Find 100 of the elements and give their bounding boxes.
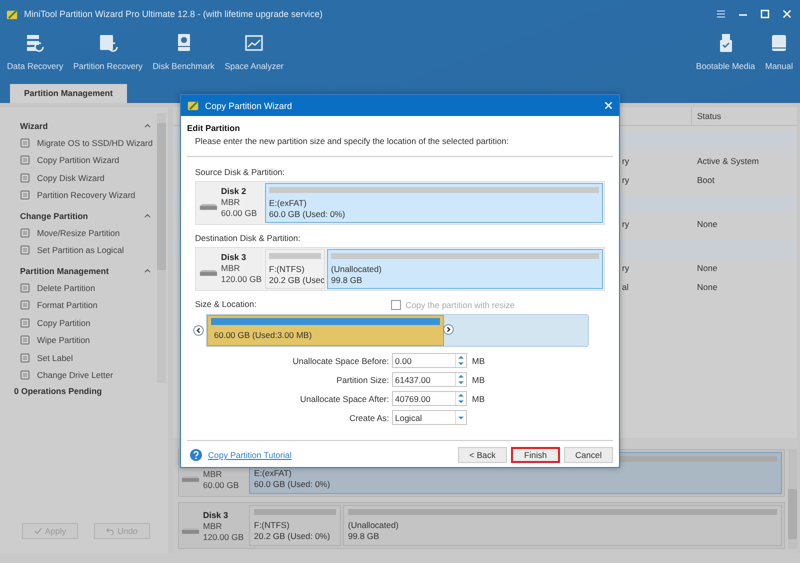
number-field[interactable]: 40769.00	[392, 391, 467, 406]
partition-block[interactable]: E:(exFAT) 60.0 GB (Used: 0%)	[265, 183, 603, 223]
partition-block[interactable]: F:(NTFS) 20.2 GB (Used: 0%)	[249, 504, 341, 546]
partition-slider-block[interactable]: 60.00 GB (Used:3.00 MB)	[207, 315, 444, 346]
slider-track[interactable]: 60.00 GB (Used:3.00 MB)	[206, 314, 589, 347]
help-icon[interactable]	[190, 449, 202, 461]
list-icon	[20, 172, 30, 183]
disk-name: Disk 2	[221, 186, 248, 197]
sidebar-item[interactable]: Move/Resize Partition	[20, 224, 157, 242]
toolbar-button[interactable]: Data Recovery	[4, 28, 66, 84]
collapse-caret-icon[interactable]	[144, 213, 151, 218]
field-label: Unallocate Space After:	[299, 394, 390, 404]
disk-name: Disk 3	[221, 252, 248, 263]
spin-arrows-icon[interactable]	[455, 354, 466, 367]
scrollbar[interactable]	[157, 113, 166, 383]
dropdown[interactable]: Logical	[392, 410, 467, 425]
toolbar-button[interactable]: Partition Recovery	[70, 28, 146, 84]
table-cell: Boot	[697, 174, 714, 184]
disk-type: MBR	[221, 197, 241, 208]
sidebar-item[interactable]: Change Drive Letter	[20, 366, 157, 383]
list-icon	[20, 370, 30, 380]
dialog-button[interactable]: Cancel	[564, 447, 613, 463]
number-field[interactable]: 61437.00	[392, 372, 467, 387]
close-icon[interactable]	[604, 101, 613, 110]
partition-block[interactable]: (Unallocated) 99.8 GB	[343, 504, 782, 546]
section-heading: Wizard	[20, 120, 48, 130]
list-icon	[20, 352, 30, 363]
check-icon	[34, 527, 42, 535]
tab[interactable]: Partition Management	[10, 84, 127, 103]
disk-row[interactable]: Disk 3 MBR 120.00 GB F:(NTFS) 20.2 GB (Used: 0%) (Unallocated) 99.8 GB	[178, 502, 785, 549]
sidebar-item[interactable]: Set Partition as Logical	[20, 242, 157, 259]
collapse-caret-icon[interactable]	[144, 123, 151, 128]
table-cell: None	[697, 218, 718, 228]
disk-type: MBR	[203, 468, 223, 480]
number-field[interactable]: 0.00	[392, 353, 467, 368]
sidebar-item[interactable]: Migrate OS to SSD/HD Wizard	[20, 134, 157, 152]
table-cell: None	[697, 262, 718, 272]
list-icon	[20, 335, 30, 346]
field-label: Partition Size:	[336, 374, 390, 384]
drive-icon	[181, 474, 200, 482]
maximize-icon[interactable]	[760, 9, 770, 19]
database-icon	[25, 33, 46, 53]
app-logo-icon	[6, 8, 19, 20]
field-label: Create As:	[348, 412, 390, 422]
dropdown-arrow-icon[interactable]	[455, 411, 466, 424]
unit-label: MB	[471, 356, 486, 366]
close-icon[interactable]	[782, 9, 792, 19]
dialog-button[interactable]: Finish	[511, 447, 560, 463]
scrollbar[interactable]	[788, 449, 797, 549]
disk-size: 60.00 GB	[221, 208, 257, 219]
toolbar-button[interactable]: Space Analyzer	[222, 28, 287, 84]
unit-label: MB	[471, 374, 486, 384]
partition-block[interactable]: (Unallocated) 99.8 GB	[327, 249, 603, 289]
sidebar-item[interactable]: Wipe Partition	[20, 332, 157, 349]
table-cell: Active & System	[697, 156, 759, 166]
collapse-caret-icon[interactable]	[144, 268, 151, 273]
dialog-heading: Edit Partition	[187, 123, 241, 133]
spin-arrows-icon[interactable]	[455, 392, 466, 405]
spin-arrows-icon[interactable]	[455, 373, 466, 386]
undo-arrow-icon	[106, 527, 114, 535]
sidebar-item[interactable]: Copy Partition	[20, 314, 157, 332]
disk-size: 60.00 GB	[203, 480, 239, 490]
sidebar-item[interactable]: Format Partition	[20, 296, 157, 314]
dialog-title: Copy Partition Wizard	[205, 100, 292, 110]
list-icon	[20, 228, 30, 238]
left-handle-icon[interactable]	[193, 325, 204, 336]
right-handle-icon[interactable]	[443, 324, 454, 335]
sidebar-item[interactable]: Copy Partition Wizard	[20, 152, 157, 169]
sidebar-item[interactable]: Partition Recovery Wizard	[20, 186, 157, 204]
toolbar-button[interactable]: Bootable Media	[693, 28, 758, 84]
list-icon	[20, 190, 30, 200]
list-icon	[20, 300, 30, 310]
section-label: Size & Location:	[195, 299, 256, 309]
toolbar-button[interactable]: Manual	[762, 28, 796, 84]
section-heading: Partition Management	[20, 266, 109, 276]
drive-icon	[199, 203, 218, 211]
menu-icon[interactable]	[716, 9, 726, 19]
table-cell: ry	[622, 174, 630, 184]
list-icon	[20, 155, 30, 166]
pending-count: 0 Operations Pending	[13, 385, 103, 396]
drive-icon	[181, 527, 200, 535]
sidebar-item[interactable]: Copy Disk Wizard	[20, 169, 157, 186]
field-label: Unallocate Space Before:	[292, 356, 390, 366]
wizard-icon	[187, 99, 200, 112]
column-header[interactable]: Status	[692, 107, 797, 125]
section-heading: Change Partition	[20, 210, 88, 220]
list-icon	[20, 138, 30, 148]
table-cell: ry	[622, 218, 630, 228]
list-icon	[20, 318, 30, 328]
dialog-button[interactable]: < Back	[458, 447, 507, 463]
list-icon	[20, 282, 30, 293]
drive-refresh-icon	[98, 33, 118, 53]
section-label: Source Disk & Partition:	[195, 167, 286, 177]
table-cell: al	[622, 282, 629, 292]
sidebar-item[interactable]: Set Label	[20, 349, 157, 366]
table-cell: ry	[622, 262, 630, 272]
window-title: MiniTool Partition Wizard Pro Ultimate 12.8 - (with lifetime upgrade service)	[24, 9, 323, 19]
sidebar-item[interactable]: Delete Partition	[20, 279, 157, 296]
list-icon	[20, 245, 30, 256]
toolbar-button[interactable]: Disk Benchmark	[150, 28, 218, 84]
